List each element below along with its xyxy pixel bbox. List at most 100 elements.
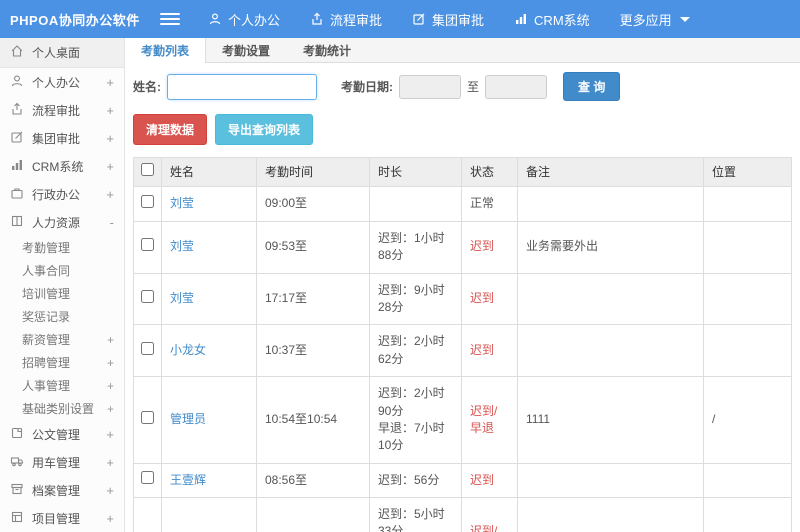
sidebar-item-archive-mgmt[interactable]: 档案管理 +: [0, 476, 124, 504]
query-button[interactable]: 查 询: [563, 72, 621, 101]
sidebar-subitem-hr-contract[interactable]: 人事合同: [0, 259, 124, 282]
employee-name-link[interactable]: 王壹辉: [170, 473, 206, 487]
name-label: 姓名:: [133, 80, 161, 94]
truck-icon: [10, 454, 32, 471]
table-row: 小龙女 10:37至 迟到：2小时62分 迟到: [133, 324, 792, 378]
sidebar-subitem-base-category[interactable]: 基础类别设置 +: [0, 397, 124, 420]
table-row: 刘莹 09:53至 迟到：1小时88分 迟到 业务需要外出: [133, 220, 792, 274]
chart-icon: [514, 12, 528, 26]
duration-cell: 迟到：9小时28分: [369, 272, 462, 326]
sidebar-subitem-salary-mgmt[interactable]: 薪资管理 +: [0, 328, 124, 351]
row-checkbox[interactable]: [141, 410, 154, 424]
date-from-input[interactable]: [399, 74, 461, 99]
location-cell: [703, 462, 792, 499]
sidebar-subitem-recruit-mgmt[interactable]: 招聘管理 +: [0, 351, 124, 374]
chart-icon: [10, 158, 32, 175]
table-header-row: 姓名 考勤时间 时长 状态 备注 位置: [133, 156, 792, 188]
location-cell: /: [703, 376, 792, 464]
sidebar-item-personal-desktop[interactable]: 个人桌面: [0, 38, 124, 68]
filter-row: 姓名: 考勤日期: 至 查 询: [125, 63, 800, 110]
briefcase-icon: [10, 186, 32, 203]
book-icon: [10, 214, 32, 231]
tab-attendance-stats[interactable]: 考勤统计: [287, 38, 368, 62]
row-checkbox[interactable]: [141, 289, 154, 303]
nav-crm-system[interactable]: CRM系统: [514, 10, 590, 29]
table-row: 黄蓉 13:20至13:20 迟到：5小时33分早退：4小时67分 迟到/早退 …: [133, 497, 792, 532]
nav-workflow-approval[interactable]: 流程审批: [310, 10, 382, 29]
status-cell: 迟到/早退: [461, 376, 518, 464]
col-duration: 时长: [369, 156, 462, 188]
attendance-time-cell: 17:17至: [256, 272, 370, 326]
row-checkbox[interactable]: [141, 237, 154, 251]
attendance-time-cell: 13:20至13:20: [256, 497, 370, 532]
date-to-input[interactable]: [485, 74, 548, 99]
col-note: 备注: [517, 156, 704, 188]
note-cell: [517, 324, 704, 378]
duration-cell: 迟到：2小时90分 早退：7小时10分: [369, 376, 462, 464]
nav-more-apps[interactable]: 更多应用: [620, 10, 690, 29]
attendance-time-cell: 09:00至: [256, 186, 370, 222]
duration-cell: [369, 186, 462, 222]
sidebar-item-vehicle-mgmt[interactable]: 用车管理 +: [0, 448, 124, 476]
note-cell: [517, 272, 704, 326]
edit-icon: [412, 12, 426, 26]
employee-name-link[interactable]: 刘莹: [170, 196, 194, 210]
attendance-time-cell: 08:56至: [256, 462, 370, 499]
location-cell: [703, 220, 792, 274]
status-cell: 迟到/早退: [461, 497, 518, 532]
tab-bar: 考勤列表 考勤设置 考勤统计: [125, 38, 800, 63]
sidebar-item-personal-office[interactable]: 个人办公 +: [0, 68, 124, 96]
sidebar-item-document-mgmt[interactable]: 公文管理 +: [0, 420, 124, 448]
tab-attendance-settings[interactable]: 考勤设置: [206, 38, 287, 62]
share-icon: [310, 12, 324, 26]
share-icon: [10, 102, 32, 119]
sidebar-subitem-reward-record[interactable]: 奖惩记录: [0, 305, 124, 328]
sidebar-item-workflow-approval[interactable]: 流程审批 +: [0, 96, 124, 124]
name-input[interactable]: [167, 73, 317, 100]
sidebar-item-admin-office[interactable]: 行政办公 +: [0, 180, 124, 208]
export-list-button[interactable]: 导出查询列表: [215, 114, 314, 145]
sidebar-subitem-personnel-mgmt[interactable]: 人事管理 +: [0, 374, 124, 397]
edit-icon: [10, 130, 32, 147]
attendance-time-cell: 10:37至: [256, 324, 370, 378]
sidebar-item-group-approval[interactable]: 集团审批 +: [0, 124, 124, 152]
location-cell: /: [703, 497, 792, 532]
user-icon: [10, 74, 32, 91]
app-logo: PHPOA协同办公软件: [10, 12, 140, 28]
project-icon: [10, 510, 32, 527]
nav-personal-office[interactable]: 个人办公: [208, 10, 280, 29]
action-buttons: 清理数据 导出查询列表: [125, 110, 800, 153]
status-cell: 正常: [461, 186, 518, 222]
sidebar-item-human-resources[interactable]: 人力资源 -: [0, 208, 124, 236]
duration-cell: 迟到：5小时33分早退：4小时67分: [369, 497, 462, 532]
tab-attendance-list[interactable]: 考勤列表: [125, 38, 207, 63]
row-checkbox[interactable]: [141, 341, 154, 355]
clean-data-button[interactable]: 清理数据: [133, 114, 208, 145]
col-name: 姓名: [161, 156, 257, 188]
sidebar-subitem-training-mgmt[interactable]: 培训管理: [0, 282, 124, 305]
duration-cell: 迟到：1小时88分: [369, 220, 462, 274]
sidebar-item-crm-system[interactable]: CRM系统 +: [0, 152, 124, 180]
sidebar-item-project-mgmt[interactable]: 项目管理 +: [0, 504, 124, 532]
employee-name-link[interactable]: 小龙女: [170, 343, 206, 357]
nav-group-approval[interactable]: 集团审批: [412, 10, 484, 29]
table-row: 刘莹 09:00至 正常: [133, 186, 792, 222]
note-cell: 业务需要外出: [517, 220, 704, 274]
status-cell: 迟到: [461, 324, 518, 378]
row-checkbox[interactable]: [141, 194, 154, 208]
attendance-time-cell: 09:53至: [256, 220, 370, 274]
row-checkbox[interactable]: [141, 471, 154, 485]
col-status: 状态: [461, 156, 518, 188]
sidebar-subitem-attendance-mgmt[interactable]: 考勤管理: [0, 236, 124, 259]
employee-name-link[interactable]: 管理员: [170, 412, 206, 426]
menu-toggle-icon[interactable]: [160, 13, 180, 25]
duration-cell: 迟到：2小时62分: [369, 324, 462, 378]
employee-name-link[interactable]: 刘莹: [170, 291, 194, 305]
employee-name-link[interactable]: 刘莹: [170, 239, 194, 253]
col-time: 考勤时间: [256, 156, 370, 188]
document-icon: [10, 426, 32, 443]
attendance-time-cell: 10:54至10:54: [256, 376, 370, 464]
table-row: 王壹辉 08:56至 迟到：56分 迟到: [133, 462, 792, 499]
select-all-checkbox[interactable]: [141, 163, 154, 176]
duration-cell: 迟到：56分: [369, 462, 462, 499]
